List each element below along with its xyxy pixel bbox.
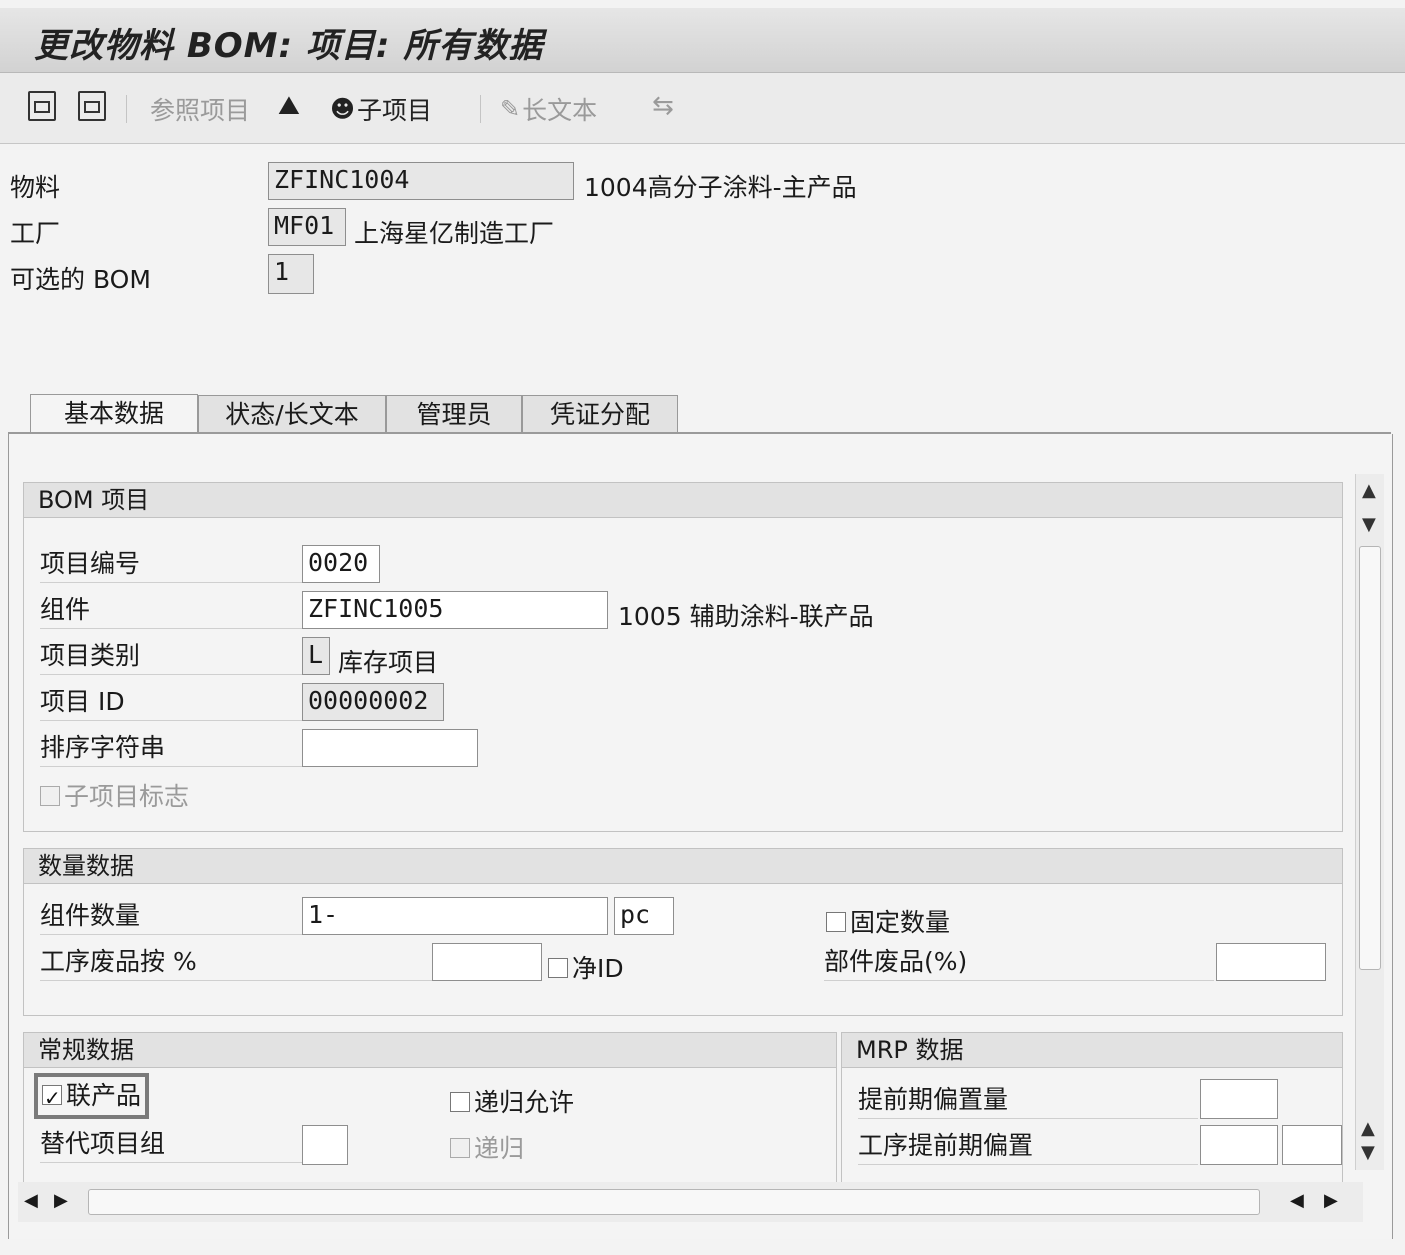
general-data-group: 常规数据 联产品 递归允许 替代项目组 递归 [23,1032,837,1182]
tab-basic-data[interactable]: 基本数据 [30,394,198,434]
component-scrap-label: 部件废品(%) [824,945,1214,981]
scroll-left-icon[interactable]: ◀ [24,1190,38,1211]
net-id-box [548,958,568,978]
title-bar: 更改物料 BOM: 项目: 所有数据 [0,8,1405,73]
swap-icon[interactable]: ⇆ [652,91,674,121]
long-text-button[interactable]: ✎ 长文本 [500,91,597,127]
recursive-label: 递归 [474,1134,525,1163]
application-toolbar: 参照项目 ⛰ ☻ 子项目 ✎ 长文本 ⇆ [0,73,1405,144]
recursive-box [450,1138,470,1158]
sub-item-flag-checkbox[interactable]: 子项目标志 [40,777,189,813]
general-data-group-title: 常规数据 [24,1033,836,1068]
operation-scrap-field[interactable] [432,943,542,981]
net-id-label: 净ID [572,954,624,983]
toolbar-separator [480,95,481,123]
item-number-field[interactable]: 0020 [302,545,380,583]
co-product-box [42,1081,62,1115]
tab-administrator[interactable]: 管理员 [386,395,522,433]
material-label: 物料 [10,173,61,202]
operation-lead-offset-label: 工序提前期偏置 [858,1129,1198,1165]
next-item-icon[interactable] [78,91,106,121]
material-field[interactable]: ZFINC1004 [268,162,574,200]
operation-scrap-label: 工序废品按 % [40,945,432,981]
page-scroll-left-icon[interactable]: ◀ [1290,1190,1304,1211]
scroll-up-icon[interactable]: ▲ [1362,480,1376,501]
recursive-allowed-checkbox[interactable]: 递归允许 [450,1083,574,1119]
component-field[interactable]: ZFINC1005 [302,591,608,629]
net-id-checkbox[interactable]: 净ID [548,949,624,985]
lower-scroll-down-icon[interactable]: ▼ [1361,1142,1375,1163]
plant-field[interactable]: MF01 [268,208,346,246]
window-title: 更改物料 BOM: 项目: 所有数据 [34,26,544,66]
item-id-field[interactable]: 00000002 [302,683,444,721]
sub-item-flag-label: 子项目标志 [64,782,190,811]
recursive-checkbox[interactable]: 递归 [450,1129,524,1165]
alt-item-group-label: 替代项目组 [40,1127,302,1163]
item-category-description: 库存项目 [338,648,439,677]
mrp-data-group-title: MRP 数据 [842,1033,1342,1068]
item-number-label: 项目编号 [40,547,302,583]
item-category-label: 项目类别 [40,639,302,675]
sort-string-field[interactable] [302,729,478,767]
quantity-data-group: 数量数据 组件数量 1- pc 固定数量 工序废品按 % 净ID 部件废品(%) [23,848,1343,1016]
toolbar-separator [126,95,127,123]
operation-lead-offset-unit-field[interactable] [1282,1125,1342,1165]
item-id-label: 项目 ID [40,685,302,721]
scroll-right-icon[interactable]: ▶ [54,1190,68,1211]
sub-item-flag-box [40,786,60,806]
component-label: 组件 [40,593,302,629]
hat-icon[interactable]: ⛰ [278,91,300,122]
material-description: 1004高分子涂料-主产品 [584,173,857,202]
vertical-scroll-thumb[interactable] [1359,546,1381,970]
component-description: 1005 辅助涂料-联产品 [618,602,874,631]
fixed-quantity-label: 固定数量 [850,908,951,937]
lead-time-offset-field[interactable] [1200,1079,1278,1119]
lower-vertical-scroll-arrows[interactable]: ▲ ▼ [1355,1118,1383,1170]
co-product-label: 联产品 [66,1081,142,1110]
bom-item-group-title: BOM 项目 [24,483,1342,518]
bom-item-group: BOM 项目 项目编号 0020 组件 ZFINC1005 1005 辅助涂料-… [23,482,1343,832]
lower-scroll-up-icon[interactable]: ▲ [1361,1118,1375,1139]
component-scrap-field[interactable] [1216,943,1326,981]
previous-item-icon[interactable] [28,91,56,121]
sort-string-label: 排序字符串 [40,731,302,767]
component-quantity-label: 组件数量 [40,899,302,935]
tab-content-panel: BOM 项目 项目编号 0020 组件 ZFINC1005 1005 辅助涂料-… [8,434,1393,1239]
person-icon: ☻ [330,95,356,123]
fixed-quantity-box [826,912,846,932]
reference-item-button[interactable]: 参照项目 [150,91,250,127]
co-product-checkbox[interactable]: 联产品 [34,1073,150,1119]
fixed-quantity-checkbox[interactable]: 固定数量 [826,903,950,939]
component-quantity-field[interactable]: 1- [302,897,608,935]
sub-item-label: 子项目 [357,96,433,125]
recursive-allowed-box [450,1092,470,1112]
plant-label: 工厂 [10,219,61,248]
mrp-data-group: MRP 数据 提前期偏置量 工序提前期偏置 [841,1032,1343,1182]
horizontal-scrollbar[interactable]: ◀ ▶ ◀ ▶ [18,1182,1363,1222]
vertical-scrollbar[interactable]: ▲ ▼ [1355,474,1384,1170]
lead-time-offset-label: 提前期偏置量 [858,1083,1198,1119]
alt-item-group-field[interactable] [302,1125,348,1165]
page-scroll-right-icon[interactable]: ▶ [1324,1190,1338,1211]
long-text-label: 长文本 [522,96,598,125]
alt-bom-label: 可选的 BOM [10,265,151,294]
tab-status-long-text[interactable]: 状态/长文本 [198,395,386,433]
sub-item-button[interactable]: ☻ 子项目 [330,91,432,127]
edit-icon: ✎ [500,95,521,123]
quantity-data-group-title: 数量数据 [24,849,1342,884]
item-category-field[interactable]: L [302,637,330,675]
plant-description: 上海星亿制造工厂 [354,219,555,248]
alt-bom-field[interactable]: 1 [268,254,314,294]
operation-lead-offset-field[interactable] [1200,1125,1278,1165]
tab-document-assignment[interactable]: 凭证分配 [522,395,678,433]
unit-field[interactable]: pc [614,897,674,935]
horizontal-scroll-thumb[interactable] [88,1189,1260,1215]
scroll-down-icon[interactable]: ▼ [1362,514,1376,535]
recursive-allowed-label: 递归允许 [474,1088,575,1117]
